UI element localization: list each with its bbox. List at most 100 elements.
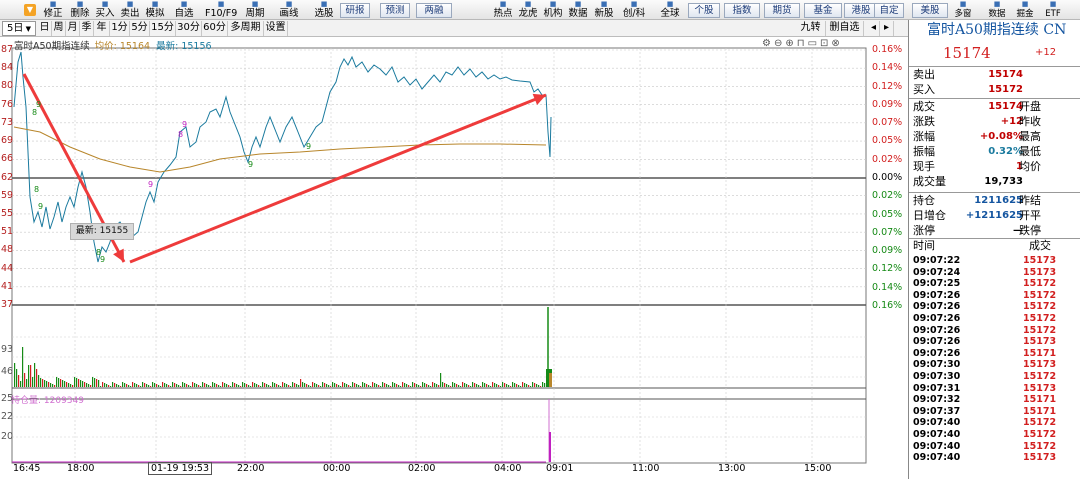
toolbar-box-2[interactable]: 两融 <box>416 3 452 18</box>
tick-row: 09:07:22 15173 <box>913 255 1057 266</box>
toolbar-icon: ■ <box>320 0 328 8</box>
toolbar-button-0[interactable]: ■ 修正 <box>42 0 64 20</box>
toolbar-button-5[interactable]: ■ 自选 <box>172 0 196 20</box>
volume-bar <box>210 386 212 387</box>
volume-bar <box>172 382 174 387</box>
chart-tools: ⚙⊖⊕⊓▭⊡⊗ <box>762 38 843 49</box>
toolbar-button-2[interactable]: ■ 买入 <box>94 0 116 20</box>
toolbar-button-6[interactable]: ■ F10/F9 <box>205 0 237 20</box>
y-tick-left: 62 <box>1 171 14 183</box>
volume-bar <box>448 385 450 387</box>
period-1[interactable]: 周 <box>52 21 66 36</box>
window-icon[interactable]: ▭ <box>808 38 820 49</box>
period-11[interactable]: 设置 <box>264 21 288 36</box>
toolbar-button2-6[interactable]: ■ 全球 <box>657 0 683 20</box>
volume-bar <box>394 383 396 387</box>
period-5[interactable]: 1分 <box>110 21 130 36</box>
chart-area[interactable]: 89899899989 富时A50期指连续 均价: 15164 最新: 1515… <box>0 37 908 479</box>
volume-bar <box>274 383 276 387</box>
volume-bar <box>250 386 252 387</box>
volume-bar <box>58 378 60 387</box>
nine-turn-button[interactable]: 九转 <box>796 21 826 36</box>
close-icon[interactable]: ⊗ <box>831 38 842 49</box>
period-6[interactable]: 5分 <box>130 21 150 36</box>
toolbar-button-9[interactable]: ■ 选股 <box>312 0 336 20</box>
period-8[interactable]: 30分 <box>176 21 202 36</box>
volume-tick: 46 <box>1 366 14 377</box>
toolbar-right-3[interactable]: ■ ETF <box>1042 0 1064 20</box>
period-3[interactable]: 季 <box>80 21 94 36</box>
volume-bar <box>308 385 310 387</box>
volume-bar <box>72 385 74 387</box>
volume-bar <box>466 384 468 387</box>
volume-bar <box>372 382 374 387</box>
tick-row: 09:07:26 15172 <box>913 324 1057 336</box>
toolbar-market-0[interactable]: 个股 <box>688 3 720 18</box>
toolbar-market-6[interactable]: 美股 <box>912 3 948 18</box>
toolbar-box-1[interactable]: 预测 <box>380 3 410 18</box>
volume-bar <box>40 378 42 387</box>
y-tick-left: 87 <box>1 44 14 55</box>
toolbar-button2-3[interactable]: ■ 数据 <box>566 0 590 20</box>
volume-bar <box>516 384 518 387</box>
intraday-chart[interactable]: 89899899989 <box>0 37 908 479</box>
volume-bar <box>350 386 352 387</box>
toolbar-right-2[interactable]: ■ 掘金 <box>1013 0 1037 20</box>
y-tick-right: 0.02% <box>872 190 903 202</box>
volume-bar <box>284 383 286 387</box>
toolbar-box-0[interactable]: 研报 <box>340 3 370 18</box>
toolbar-button2-1[interactable]: ■ 龙虎 <box>516 0 540 20</box>
volume-bar <box>36 369 38 387</box>
toolbar-market-3[interactable]: 基金 <box>804 3 842 18</box>
nav-left-icon[interactable]: ◂ <box>868 21 880 36</box>
volume-bar <box>84 382 86 387</box>
volume-bar <box>100 386 102 387</box>
oi-tick: 22 <box>1 411 14 422</box>
volume-bar <box>322 382 324 387</box>
lock-icon[interactable]: ⊓ <box>797 38 808 49</box>
plus-icon[interactable]: ⊕ <box>785 38 796 49</box>
period-4[interactable]: 年 <box>94 21 110 36</box>
period-9[interactable]: 60分 <box>202 21 228 36</box>
volume-bar <box>526 384 528 387</box>
volume-bar <box>410 386 412 387</box>
toolbar-button2-2[interactable]: ■ 机构 <box>541 0 565 20</box>
restore-icon[interactable]: ⊡ <box>820 38 831 49</box>
period-7[interactable]: 15分 <box>150 21 176 36</box>
oi-tick: 20 <box>1 431 14 442</box>
period-0[interactable]: 日 <box>38 21 52 36</box>
period-10[interactable]: 多周期 <box>228 21 264 36</box>
toolbar-market-1[interactable]: 指数 <box>724 3 760 18</box>
toolbar-button-1[interactable]: ■ 删除 <box>69 0 91 20</box>
toolbar-market-4[interactable]: 港股 <box>844 3 878 18</box>
toolbar-right-0[interactable]: ■ 多窗 <box>950 0 976 20</box>
period-2[interactable]: 月 <box>66 21 80 36</box>
toolbar-button-3[interactable]: ■ 卖出 <box>119 0 141 20</box>
nav-right-icon[interactable]: ▸ <box>880 21 894 36</box>
toolbar-market-5[interactable]: 自定 <box>874 3 904 18</box>
remove-favorite-button[interactable]: 删自选 <box>826 21 864 36</box>
stat-row: 持仓 1211625 昨结 <box>913 194 1041 207</box>
volume-bar <box>22 347 24 387</box>
volume-bar <box>46 381 48 387</box>
minus-icon[interactable]: ⊖ <box>774 38 785 49</box>
volume-bar <box>114 383 116 387</box>
avg-line <box>13 126 547 173</box>
x-tick: 22:00 <box>237 463 265 474</box>
period-select[interactable]: 5日 ▼ <box>2 21 36 36</box>
tick-row: 09:07:25 15172 <box>913 278 1057 290</box>
volume-bar <box>262 382 264 387</box>
nine-turn-marker: 9 <box>306 142 311 151</box>
gear-icon[interactable]: ⚙ <box>762 38 774 49</box>
toolbar-button-4[interactable]: ■ 模拟 <box>144 0 166 20</box>
toolbar-button2-5[interactable]: ■ 创/科 <box>619 0 649 20</box>
toolbar-button-7[interactable]: ■ 周期 <box>243 0 267 20</box>
toolbar-button2-0[interactable]: ■ 热点 <box>491 0 515 20</box>
volume-bar <box>492 382 494 387</box>
toolbar-market-2[interactable]: 期货 <box>764 3 800 18</box>
stat-row: 涨幅 +0.08% 最高 <box>913 130 1041 143</box>
toolbar-right-1[interactable]: ■ 数据 <box>984 0 1010 20</box>
toolbar-button-8[interactable]: ■ 画线 <box>277 0 301 20</box>
arrow-down-icon[interactable]: ▼ <box>22 0 38 20</box>
toolbar-button2-4[interactable]: ■ 新股 <box>592 0 616 20</box>
